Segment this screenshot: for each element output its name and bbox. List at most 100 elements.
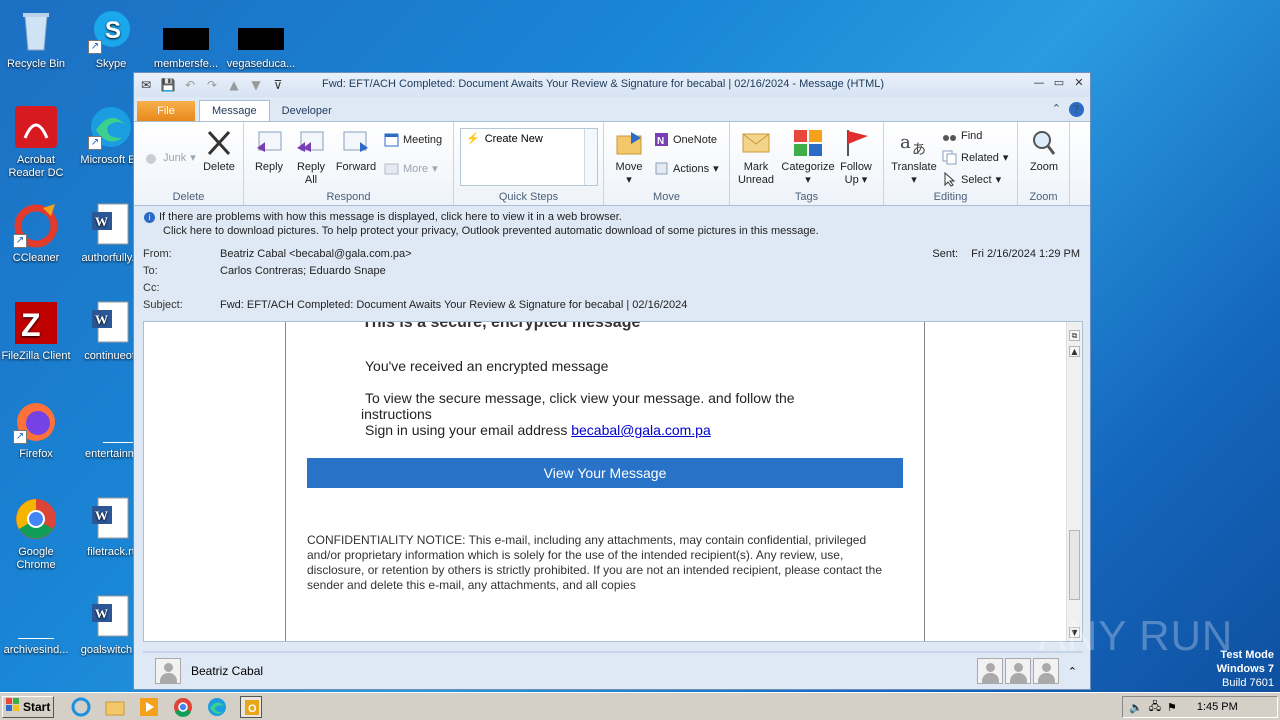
previous-item-icon[interactable]: ▲ <box>226 77 242 93</box>
firefox-icon: ↗ <box>13 398 59 444</box>
media-player-icon[interactable] <box>138 696 160 718</box>
start-button[interactable]: Start <box>2 695 54 718</box>
related-button[interactable]: Related ▾ <box>942 150 1008 165</box>
desktop-icon-skype[interactable]: S ↗ Skype <box>75 8 147 71</box>
svg-text:W: W <box>95 214 108 229</box>
info-bar-line-pictures[interactable]: Click here to download pictures. To help… <box>163 225 819 237</box>
tab-file[interactable]: File <box>137 101 195 121</box>
body-scrollbar[interactable]: ⧉ ▲ ▼ <box>1066 322 1082 641</box>
avatar[interactable] <box>155 658 181 684</box>
follow-up-button[interactable]: Follow Up ▾ <box>836 128 876 187</box>
email-link[interactable]: becabal@gala.com.pa <box>571 422 711 438</box>
ribbon-group-tags: Mark Unread Categorize ▾ Follow Up ▾ Tags <box>730 122 884 205</box>
copy-icon[interactable]: ⧉ <box>1069 330 1080 341</box>
clock[interactable]: 1:45 PM <box>1197 701 1238 713</box>
title-bar[interactable]: ✉ 💾 ↶ ↷ ▲ ▼ ⊽ Fwd: EFT/ACH Completed: Do… <box>134 73 1090 97</box>
expand-people-pane-icon[interactable]: ⌃ <box>1068 665 1077 678</box>
chrome-taskbar-icon[interactable] <box>172 696 194 718</box>
avatar[interactable] <box>1005 658 1031 684</box>
find-button[interactable]: Find <box>942 128 982 143</box>
meeting-button[interactable]: Meeting <box>384 132 442 147</box>
envelope-icon <box>740 128 772 158</box>
volume-icon[interactable]: 🔈 <box>1129 701 1143 714</box>
avatar[interactable] <box>977 658 1003 684</box>
info-bar-line-browser[interactable]: If there are problems with how this mess… <box>159 211 622 223</box>
view-message-button[interactable]: View Your Message <box>307 458 903 488</box>
scrollbar-thumb[interactable] <box>1069 530 1080 600</box>
recipients[interactable]: Carlos Contreras; Eduardo Snape <box>220 265 386 277</box>
zoom-button[interactable]: Zoom <box>1024 128 1064 174</box>
reply-icon <box>253 128 285 158</box>
translate-button[interactable]: aあ Translate ▾ <box>888 128 940 187</box>
related-icon <box>942 150 957 165</box>
junk-button[interactable]: Junk ▾ <box>144 150 196 165</box>
sender-address[interactable]: Beatriz Cabal <becabal@gala.com.pa> <box>220 248 412 260</box>
close-icon[interactable]: ✕ <box>1072 76 1086 90</box>
desktop-icon-label: CCleaner <box>12 252 60 264</box>
desktop-icon-membersfe[interactable]: membersfe... <box>150 8 222 71</box>
desktop-icon-vegaseduca[interactable]: vegaseduca... <box>225 8 297 71</box>
onenote-button[interactable]: N OneNote <box>654 132 717 147</box>
categorize-button[interactable]: Categorize ▾ <box>780 128 836 187</box>
network-icon[interactable]: 🖧 <box>1149 698 1161 717</box>
edge-taskbar-icon[interactable] <box>206 696 228 718</box>
save-icon[interactable]: 💾 <box>160 77 176 93</box>
file-icon <box>13 594 59 640</box>
undo-icon[interactable]: ↶ <box>182 77 198 93</box>
ribbon-group-delete: Junk ▾ Delete Delete <box>134 122 244 205</box>
message-body[interactable]: This is a secure, encrypted message You'… <box>143 321 1083 642</box>
layout-divider <box>924 322 925 641</box>
contact-name[interactable]: Beatriz Cabal <box>191 664 263 678</box>
select-button[interactable]: Select ▾ <box>942 171 1001 187</box>
file-explorer-icon[interactable] <box>104 696 126 718</box>
quick-steps-scrollbar[interactable] <box>584 129 597 185</box>
desktop-icon-firefox[interactable]: ↗ Firefox <box>0 398 72 461</box>
outlook-message-window[interactable]: ✉ 💾 ↶ ↷ ▲ ▼ ⊽ Fwd: EFT/ACH Completed: Do… <box>133 72 1091 690</box>
forward-button[interactable]: Forward <box>334 128 378 174</box>
minimize-icon[interactable]: — <box>1032 76 1046 90</box>
maximize-icon[interactable]: ▭ <box>1052 76 1066 90</box>
reply-all-button[interactable]: Reply All <box>292 128 330 187</box>
actions-button[interactable]: Actions ▾ <box>654 161 719 176</box>
svg-text:Z: Z <box>21 307 41 343</box>
desktop-icon-acrobat[interactable]: Acrobat Reader DC <box>0 104 72 180</box>
ribbon-group-quick-steps: ⚡ Create New Quick Steps <box>454 122 604 205</box>
move-button[interactable]: Move ▾ <box>610 128 648 187</box>
info-bar[interactable]: i If there are problems with how this mes… <box>134 206 1090 246</box>
reply-button[interactable]: Reply <box>250 128 288 174</box>
ribbon-group-zoom: Zoom Zoom <box>1018 122 1070 205</box>
junk-icon <box>144 150 159 165</box>
chrome-icon <box>13 496 59 542</box>
action-center-flag-icon[interactable]: ⚑ <box>1167 701 1177 714</box>
desktop-icon-filezilla[interactable]: Z FileZilla Client <box>0 300 72 363</box>
delete-button[interactable]: Delete <box>200 128 238 174</box>
message-heading: This is a secure, encrypted message <box>362 321 641 331</box>
scroll-up-icon[interactable]: ▲ <box>1069 346 1080 357</box>
mark-unread-button[interactable]: Mark Unread <box>734 128 778 187</box>
message-received-text: You've received an encrypted message <box>365 358 609 374</box>
shortcut-arrow-icon: ↗ <box>88 136 102 150</box>
group-label-zoom: Zoom <box>1029 191 1058 203</box>
desktop-icon-chrome[interactable]: Google Chrome <box>0 496 72 572</box>
desktop-icon-archivesind[interactable]: archivesind... <box>0 594 72 657</box>
internet-explorer-icon[interactable] <box>70 696 92 718</box>
next-item-icon[interactable]: ▼ <box>248 77 264 93</box>
desktop-icon-label: vegaseduca... <box>226 58 296 70</box>
ribbon-tabs: File Message Developer ⌃ ? <box>134 97 1090 121</box>
taskbar: Start O 🔈 🖧 ⚑ 1:45 PM <box>0 692 1280 720</box>
quick-step-create-new[interactable]: ⚡ Create New <box>461 129 597 148</box>
header-cc: Cc: <box>143 282 160 294</box>
outlook-taskbar-icon[interactable]: O <box>240 695 262 718</box>
desktop-icon-recycle-bin[interactable]: Recycle Bin <box>0 8 72 71</box>
help-icon[interactable]: ? <box>1069 102 1084 117</box>
minimize-ribbon-icon[interactable]: ⌃ <box>1052 102 1061 117</box>
redo-icon[interactable]: ↷ <box>204 77 220 93</box>
customize-qat-icon[interactable]: ⊽ <box>270 77 286 93</box>
quick-steps-gallery[interactable]: ⚡ Create New <box>460 128 598 186</box>
tab-developer[interactable]: Developer <box>270 101 344 121</box>
avatar[interactable] <box>1033 658 1059 684</box>
tab-message[interactable]: Message <box>199 100 270 121</box>
svg-text:N: N <box>657 136 664 147</box>
desktop-icon-ccleaner[interactable]: ↗ CCleaner <box>0 202 72 265</box>
more-respond-button[interactable]: More ▾ <box>384 161 438 176</box>
